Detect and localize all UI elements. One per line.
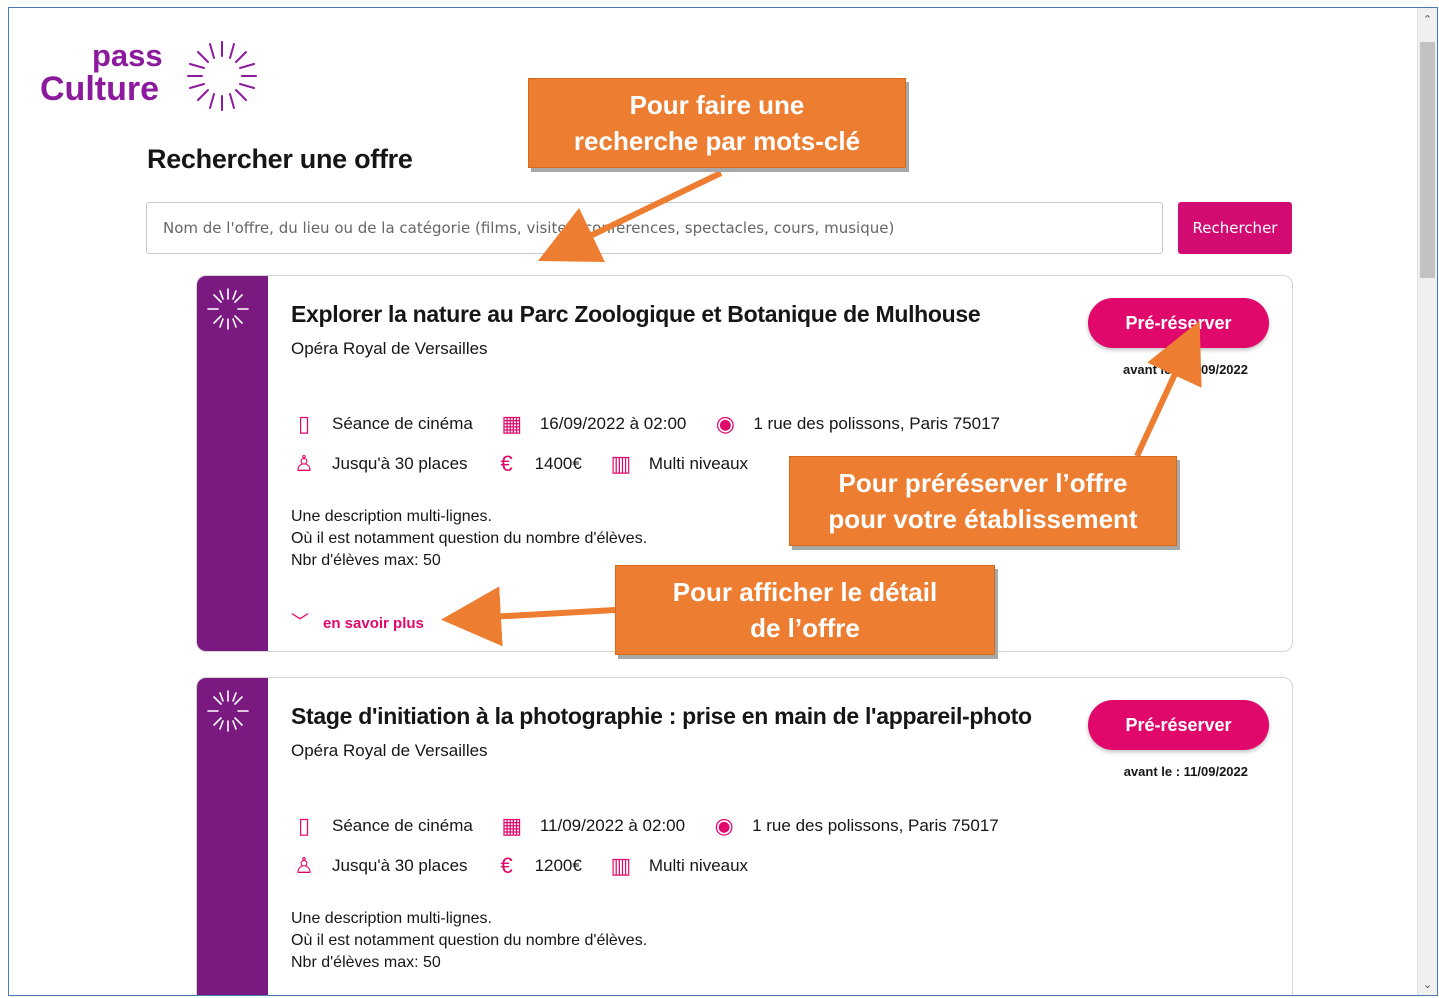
- prebook-button[interactable]: Pré-réserver: [1088, 298, 1269, 348]
- calendar-icon: ▦: [501, 813, 523, 838]
- offer-meta-row: ♙ Jusqu'à 30 places €1200€ ▥ Multi niveaux: [291, 853, 774, 879]
- offer-meta-row: ♙ Jusqu'à 30 places €1400€ ▥ Multi niveaux: [291, 451, 774, 477]
- offer-card: Stage d'initiation à la photographie : p…: [196, 677, 1293, 995]
- callout-line: pour votre établissement: [828, 504, 1138, 534]
- sun-burst-icon: [187, 41, 257, 111]
- description-line: Où il est notamment question du nombre d…: [291, 932, 648, 949]
- ticket-icon: ▯: [297, 411, 311, 436]
- callout-line: Pour faire une: [629, 90, 805, 120]
- offer-meta-row: ▯ Séance de cinéma ▦ 16/09/2022 à 02:00 ◉ 1…: [291, 411, 1026, 437]
- user-icon: ♙: [294, 451, 314, 476]
- scrollbar-thumb[interactable]: [1420, 42, 1435, 278]
- callout-search: Pour faire une recherche par mots-clé: [528, 78, 906, 168]
- building-icon: ▥: [610, 853, 632, 878]
- search-button[interactable]: Rechercher: [1178, 202, 1292, 254]
- user-icon: ♙: [294, 853, 314, 878]
- page-title: Rechercher une offre: [147, 144, 413, 174]
- callout-line: de l’offre: [750, 613, 860, 643]
- callout-line: Pour préréserver l’offre: [838, 468, 1128, 498]
- offer-price: 1400€: [534, 454, 582, 473]
- location-pin-icon: ◉: [715, 411, 735, 436]
- offer-category: Séance de cinéma: [332, 816, 473, 835]
- ticket-icon: ▯: [297, 813, 311, 838]
- offer-places: Jusqu'à 30 places: [332, 454, 468, 473]
- see-more-link[interactable]: ﹀ en savoir plus: [291, 608, 424, 634]
- scroll-down-icon[interactable]: ⌄: [1418, 975, 1437, 995]
- euro-icon: €: [500, 451, 513, 476]
- euro-icon: €: [500, 853, 513, 878]
- prebook-button[interactable]: Pré-réserver: [1088, 700, 1269, 750]
- logo-word-culture: Culture: [40, 70, 159, 108]
- chevron-down-icon: ﹀: [291, 612, 309, 632]
- callout-detail: Pour afficher le détail de l’offre: [615, 565, 995, 655]
- offer-date: 11/09/2022 à 02:00: [539, 816, 686, 835]
- building-icon: ▥: [610, 451, 632, 476]
- pass-culture-logo: pass Culture: [40, 38, 270, 118]
- description-line: Une description multi-lignes.: [291, 508, 492, 525]
- offer-venue: Opéra Royal de Versailles: [291, 741, 488, 760]
- offer-venue: Opéra Royal de Versailles: [291, 339, 488, 358]
- callout-line: Pour afficher le détail: [672, 577, 938, 607]
- offer-price: 1200€: [534, 856, 582, 875]
- offer-date: 16/09/2022 à 02:00: [539, 414, 687, 433]
- sun-burst-icon: [207, 288, 249, 330]
- sun-burst-icon: [207, 690, 249, 732]
- offer-description: Une description multi-lignes. Où il est …: [291, 908, 647, 974]
- description-line: Une description multi-lignes.: [291, 910, 492, 927]
- offer-level: Multi niveaux: [648, 856, 749, 875]
- calendar-icon: ▦: [501, 411, 523, 436]
- offer-band: [197, 276, 268, 651]
- offer-address: 1 rue des polissons, Paris 75017: [752, 816, 999, 835]
- see-more-label: en savoir plus: [323, 615, 424, 632]
- scroll-up-icon[interactable]: ⌃: [1418, 10, 1437, 30]
- prebook-deadline: avant le : 16/09/2022: [1122, 362, 1248, 377]
- offer-level: Multi niveaux: [648, 454, 749, 473]
- offer-title: Stage d'initiation à la photographie : p…: [291, 703, 1032, 729]
- description-line: Nbr d'élèves max: 50: [291, 552, 441, 569]
- description-line: Nbr d'élèves max: 50: [291, 954, 441, 971]
- offer-description: Une description multi-lignes. Où il est …: [291, 506, 647, 572]
- offer-category: Séance de cinéma: [332, 414, 473, 433]
- vertical-scrollbar[interactable]: ⌃ ⌄: [1417, 8, 1437, 995]
- offer-places: Jusqu'à 30 places: [332, 856, 468, 875]
- offer-address: 1 rue des polissons, Paris 75017: [753, 414, 1001, 433]
- prebook-deadline: avant le : 11/09/2022: [1123, 764, 1248, 779]
- logo-word-pass: pass: [92, 38, 163, 73]
- location-pin-icon: ◉: [714, 813, 734, 838]
- offer-title: Explorer la nature au Parc Zoologique et…: [291, 301, 981, 327]
- callout-prebook: Pour préréserver l’offre pour votre étab…: [789, 456, 1177, 546]
- search-input[interactable]: Nom de l'offre, du lieu ou de la catégor…: [146, 202, 1163, 254]
- browser-frame: pass Culture Rechercher une offre Nom de…: [8, 7, 1438, 996]
- callout-line: recherche par mots-clé: [573, 126, 861, 156]
- description-line: Où il est notamment question du nombre d…: [291, 530, 648, 547]
- offer-band: [197, 678, 268, 995]
- offer-meta-row: ▯ Séance de cinéma ▦ 11/09/2022 à 02:00 ◉ 1…: [291, 813, 1025, 839]
